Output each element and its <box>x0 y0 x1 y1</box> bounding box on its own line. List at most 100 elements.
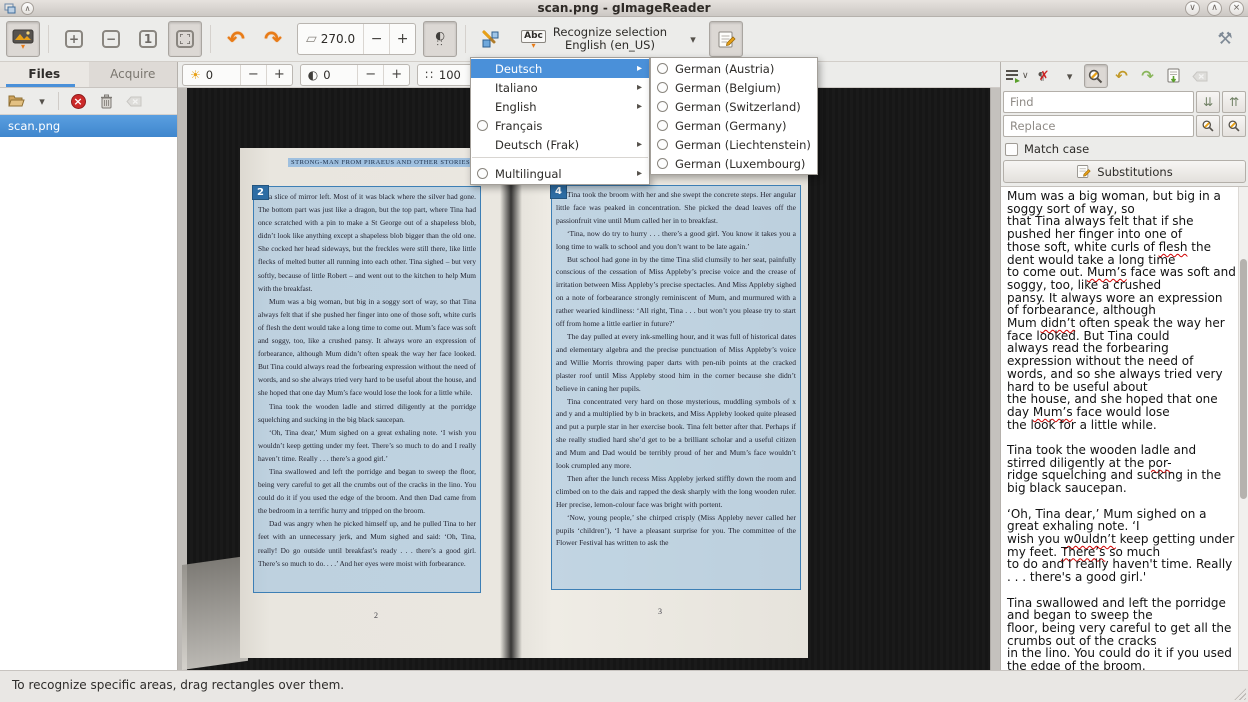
language-menu-item[interactable]: English <box>471 97 649 116</box>
insert-mode-button[interactable]: ∨ <box>1004 64 1030 88</box>
scan-paragraph: ‘Now, young people,’ she chirped crisply… <box>556 512 796 551</box>
rotation-increase-button[interactable]: + <box>389 24 415 54</box>
rotation-value[interactable]: 270.0 <box>321 32 363 46</box>
image-display-options-button[interactable]: ▾ <box>6 21 40 57</box>
substitutions-button[interactable]: Substitutions <box>1003 160 1246 183</box>
match-case-checkbox[interactable] <box>1005 143 1018 156</box>
rotate-left-icon: ↶ <box>227 29 245 50</box>
redo-button[interactable]: ↷ <box>1136 64 1160 88</box>
contrast-value[interactable]: 0 <box>323 68 357 82</box>
language-menu-item[interactable] <box>471 157 649 164</box>
replace-button[interactable] <box>1196 115 1220 137</box>
match-case-label: Match case <box>1024 142 1089 156</box>
running-header-selection[interactable]: STRONG-MAN FROM PIRAEUS AND OTHER STORIE… <box>288 158 473 167</box>
language-menu-item[interactable]: Multilingual <box>471 164 649 183</box>
image-controls-toggle-button[interactable]: ◐ ∷ <box>423 21 457 57</box>
canvas-vertical-scrollbar[interactable] <box>990 88 1000 670</box>
file-list-item[interactable]: scan.png <box>0 115 177 137</box>
maximize-button[interactable]: ∧ <box>1207 1 1222 16</box>
scan-page-left[interactable]: STRONG-MAN FROM PIRAEUS AND OTHER STORIE… <box>240 148 512 658</box>
resolution-icon: ∷ <box>418 69 439 81</box>
backspace-icon <box>1192 71 1208 82</box>
region-number-badge: 2 <box>252 185 269 200</box>
language-submenu-item[interactable]: German (Germany) <box>651 116 817 135</box>
strip-dropdown-button[interactable]: ▾ <box>1058 64 1082 88</box>
contrast-decrease-button[interactable]: − <box>357 65 383 85</box>
minimize-button[interactable]: ∨ <box>1185 1 1200 16</box>
page-number-right: 3 <box>512 607 808 616</box>
language-submenu-item[interactable]: German (Austria) <box>651 59 817 78</box>
undo-button[interactable]: ↶ <box>1110 64 1134 88</box>
close-button[interactable]: × <box>1229 1 1244 16</box>
scan-paragraph: Tina took the broom with her and she swe… <box>556 189 796 228</box>
replace-all-button[interactable] <box>1222 115 1246 137</box>
region-number-badge: 4 <box>550 184 567 199</box>
rotation-spinner: ▱ 270.0 − + <box>297 23 416 55</box>
save-output-button[interactable] <box>1162 64 1186 88</box>
find-replace-toggle-button[interactable] <box>1084 64 1108 88</box>
zoom-in-button[interactable]: + <box>57 21 91 57</box>
language-dropdown-button[interactable]: ▾ <box>680 21 706 57</box>
file-list: scan.png <box>0 115 177 137</box>
rotate-right-button[interactable]: ↷ <box>256 21 290 57</box>
recognize-icon: Abc ▾ <box>521 30 546 49</box>
language-menu-item[interactable]: Français <box>471 116 649 135</box>
radio-icon <box>477 120 488 131</box>
replace-input[interactable] <box>1003 115 1194 137</box>
radio-icon <box>657 82 668 93</box>
backspace-icon <box>126 96 142 107</box>
source-tab[interactable]: Acquire <box>89 62 178 87</box>
scan-page-right[interactable]: Tina took the broom with her and she swe… <box>512 140 808 658</box>
language-submenu-item[interactable]: German (Belgium) <box>651 78 817 97</box>
find-next-button[interactable]: ⇊ <box>1196 91 1220 113</box>
resize-grip[interactable] <box>1234 688 1246 700</box>
output-scrollbar[interactable] <box>1238 187 1248 670</box>
autolayout-button[interactable] <box>474 21 508 57</box>
find-prev-icon: ⇈ <box>1229 96 1239 108</box>
status-message: To recognize specific areas, drag rectan… <box>12 678 344 692</box>
output-scrollbar-thumb[interactable] <box>1240 259 1247 499</box>
brightness-increase-button[interactable]: + <box>266 65 292 85</box>
find-input[interactable] <box>1003 91 1194 113</box>
output-text-area[interactable]: Mum was a big woman, but big in a soggy … <box>1001 186 1248 670</box>
tools-button[interactable]: ⚒ <box>1208 21 1242 57</box>
language-submenu-item[interactable]: German (Switzerland) <box>651 97 817 116</box>
scan-paragraph: Tina concentrated very hard on those mys… <box>556 396 796 473</box>
strip-formatting-button[interactable]: ¶ ✗ <box>1032 64 1056 88</box>
scan-paragraph: ‘Tina, now do try to hurry . . . there’s… <box>556 228 796 254</box>
delete-file-button[interactable] <box>95 90 117 112</box>
language-menu-item[interactable]: Deutsch (Frak) <box>471 135 649 154</box>
brightness-decrease-button[interactable]: − <box>240 65 266 85</box>
recognize-language: English (en_US) <box>565 39 655 52</box>
zoom-fit-button[interactable] <box>168 21 202 57</box>
rotate-right-icon: ↷ <box>264 29 282 50</box>
chevron-down-icon: ∨ <box>1022 71 1029 81</box>
zoom-original-button[interactable]: 1 <box>131 21 165 57</box>
remove-file-button[interactable]: × <box>67 90 89 112</box>
language-submenu-item[interactable]: German (Liechtenstein) <box>651 135 817 154</box>
language-menu-item[interactable]: Italiano <box>471 78 649 97</box>
rotation-icon: ▱ <box>298 31 321 47</box>
recognize-button[interactable]: Abc ▾ Recognize selection English (en_US… <box>511 21 677 57</box>
recognized-text[interactable]: Mum was a big woman, but big in a soggy … <box>1001 187 1238 670</box>
find-next-icon: ⇊ <box>1203 96 1213 108</box>
output-pane-toggle-button[interactable] <box>709 21 743 57</box>
language-menu-item[interactable]: Deutsch <box>471 59 649 78</box>
rotation-decrease-button[interactable]: − <box>363 24 389 54</box>
find-prev-button[interactable]: ⇈ <box>1222 91 1246 113</box>
app-window: ∧ scan.png - gImageReader ∨ ∧ × ▾ + − 1 … <box>0 0 1248 702</box>
open-file-dropdown[interactable]: ▾ <box>34 90 50 112</box>
brightness-value[interactable]: 0 <box>206 68 240 82</box>
ocr-region-right[interactable]: Tina took the broom with her and she swe… <box>551 185 801 590</box>
page-number-left: 2 <box>240 611 512 620</box>
contrast-increase-button[interactable]: + <box>383 65 409 85</box>
language-submenu-item[interactable]: German (Luxembourg) <box>651 154 817 173</box>
source-tab[interactable]: Files <box>0 62 89 87</box>
find-replace-icon <box>1087 68 1104 85</box>
open-file-button[interactable] <box>6 90 28 112</box>
zoom-out-button[interactable]: − <box>94 21 128 57</box>
rotate-left-button[interactable]: ↶ <box>219 21 253 57</box>
resolution-value[interactable]: 100 <box>439 68 473 82</box>
image-controls-icon: ◐ ∷ <box>435 30 445 49</box>
ocr-region-left[interactable]: a slice of mirror left. Most of it was b… <box>253 186 481 593</box>
